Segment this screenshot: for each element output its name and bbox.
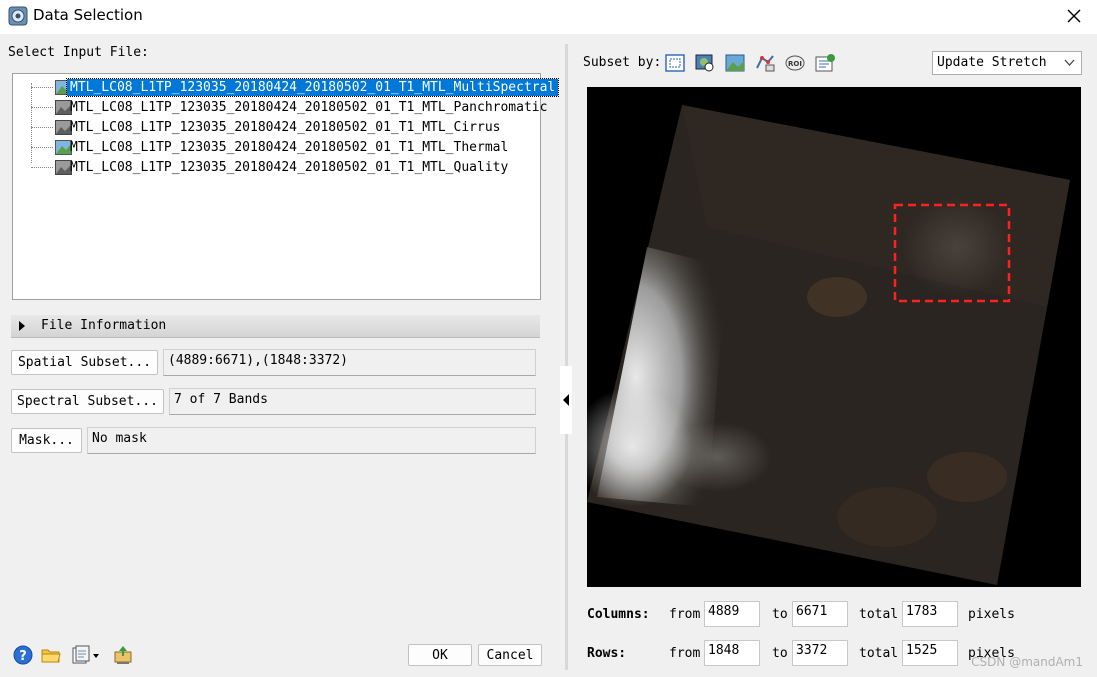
subset-by-label: Subset by: <box>583 55 662 70</box>
file-name: MTL_LC08_L1TP_123035_20180424_20180502_0… <box>70 100 548 115</box>
subset-by-image-icon[interactable] <box>724 53 746 73</box>
rows-label: Rows: <box>587 646 627 661</box>
file-information-section[interactable]: File Information <box>11 315 540 338</box>
file-information-label: File Information <box>41 318 167 333</box>
tree-connector <box>31 167 53 168</box>
columns-label: Columns: <box>587 607 650 622</box>
spatial-subset-button[interactable]: Spatial Subset... <box>11 350 158 375</box>
watermark: CSDN @mandAm1 <box>971 655 1083 669</box>
file-name: MTL_LC08_L1TP_123035_20180424_20180502_0… <box>70 120 501 135</box>
file-item[interactable]: MTL_LC08_L1TP_123035_20180424_20180502_0… <box>13 158 540 177</box>
file-item[interactable]: MTL_LC08_L1TP_123035_20180424_20180502_0… <box>13 118 540 137</box>
rows-total-label: total <box>859 646 899 661</box>
svg-text:?: ? <box>19 649 27 664</box>
rows-from-label: from <box>669 646 701 661</box>
file-list[interactable]: MTL_LC08_L1TP_123035_20180424_20180502_0… <box>12 73 560 300</box>
window-title: Data Selection <box>33 6 143 24</box>
update-stretch-select[interactable]: Update Stretch <box>932 51 1082 75</box>
columns-to-label: to <box>772 607 788 622</box>
rows-total-input[interactable]: 1525 <box>902 640 958 666</box>
file-item[interactable]: MTL_LC08_L1TP_123035_20180424_20180502_0… <box>13 98 547 117</box>
file-item[interactable]: MTL_LC08_L1TP_123035_20180424_20180502_0… <box>13 78 560 97</box>
tree-connector <box>31 87 53 88</box>
file-name: MTL_LC08_L1TP_123035_20180424_20180502_0… <box>65 78 560 97</box>
cancel-button[interactable]: Cancel <box>478 644 542 666</box>
select-input-file-label: Select Input File: <box>8 45 149 60</box>
svg-text:ROI: ROI <box>788 60 802 68</box>
file-name: MTL_LC08_L1TP_123035_20180424_20180502_0… <box>70 140 509 155</box>
spectral-subset-value: 7 of 7 Bands <box>169 388 536 415</box>
spatial-subset-value: (4889:6671),(1848:3372) <box>163 349 536 376</box>
file-item[interactable]: MTL_LC08_L1TP_123035_20180424_20180502_0… <box>13 138 540 157</box>
mask-button[interactable]: Mask... <box>11 428 82 453</box>
file-name: MTL_LC08_L1TP_123035_20180424_20180502_0… <box>70 160 509 175</box>
subset-by-extent-icon[interactable] <box>664 53 686 73</box>
columns-total-input[interactable]: 1783 <box>902 601 958 627</box>
rows-to-input[interactable]: 3372 <box>792 640 848 666</box>
columns-from-input[interactable]: 4889 <box>704 601 760 627</box>
columns-from-label: from <box>669 607 701 622</box>
ok-button[interactable]: OK <box>408 644 472 666</box>
export-data-icon[interactable] <box>113 645 133 665</box>
columns-to-input[interactable]: 6671 <box>792 601 848 627</box>
subset-by-view-icon[interactable] <box>694 53 716 73</box>
envi-app-icon <box>8 6 28 26</box>
file-options-dropdown-icon[interactable] <box>71 645 103 665</box>
tree-connector <box>31 147 53 148</box>
panel-splitter[interactable] <box>560 44 572 670</box>
subset-by-roi-icon[interactable]: ROI <box>784 53 806 73</box>
tree-connector <box>31 127 53 128</box>
image-preview[interactable] <box>587 87 1081 587</box>
close-button[interactable] <box>1051 0 1097 32</box>
columns-pixels-label: pixels <box>968 607 1015 622</box>
close-icon <box>1067 9 1081 23</box>
subset-by-vector-icon[interactable] <box>754 53 776 73</box>
mask-value: No mask <box>87 427 536 454</box>
rows-to-label: to <box>772 646 788 661</box>
expand-triangle-icon <box>19 321 25 331</box>
splitter-line <box>565 44 568 670</box>
open-folder-icon[interactable] <box>41 645 61 665</box>
satellite-scene <box>587 105 1070 585</box>
title-bar: Data Selection <box>0 0 1097 34</box>
help-icon[interactable]: ? <box>13 645 33 665</box>
rows-from-input[interactable]: 1848 <box>704 640 760 666</box>
columns-total-label: total <box>859 607 899 622</box>
chevron-down-icon <box>1064 59 1075 66</box>
spectral-subset-button[interactable]: Spectral Subset... <box>11 389 164 414</box>
collapse-arrow-icon[interactable] <box>563 394 569 406</box>
update-stretch-value: Update Stretch <box>937 55 1047 70</box>
subset-by-file-icon[interactable] <box>814 53 836 73</box>
tree-connector <box>31 107 53 108</box>
